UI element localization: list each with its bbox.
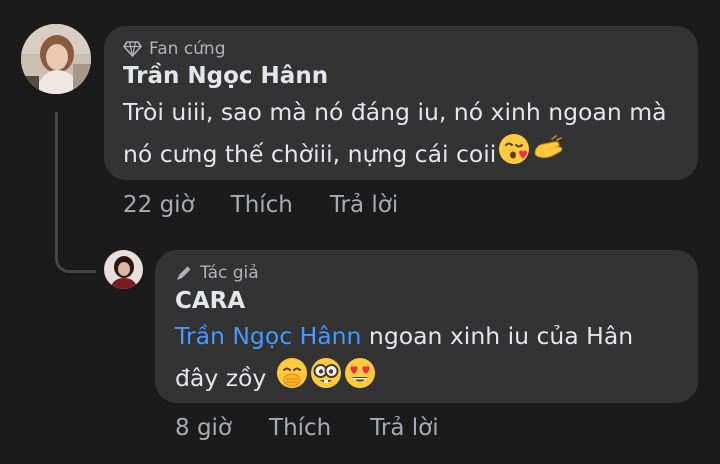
author-badge: Tác giả [175, 263, 259, 283]
author-badge-label: Tác giả [200, 263, 259, 283]
reply-actions: 8 giờ Thích Trả lời [175, 415, 439, 441]
comment-text-line-2: nó cưng thế chờiii, nựng cái coii [123, 133, 693, 178]
kissing-face-emoji [498, 133, 530, 178]
reply-like-button[interactable]: Thích [269, 415, 331, 441]
nerd-face-emoji [310, 357, 342, 402]
mention-link[interactable]: Trần Ngọc Hânn [175, 322, 361, 350]
fan-badge: Fan cứng [123, 39, 226, 59]
reply-reply-button[interactable]: Trả lời [370, 415, 438, 441]
comment-reply-button[interactable]: Trả lời [330, 192, 398, 218]
comment-actions: 22 giờ Thích Trả lời [123, 192, 398, 218]
comment-timestamp[interactable]: 22 giờ [123, 192, 195, 218]
pinching-hand-emoji [532, 133, 564, 178]
comment-author-name[interactable]: Trần Ngọc Hânn [123, 63, 328, 89]
heart-eyes-emoji [344, 357, 376, 402]
avatar-reply-author[interactable] [104, 250, 143, 289]
reply-author-name[interactable]: CARA [175, 288, 245, 314]
fan-badge-label: Fan cứng [149, 39, 226, 59]
pencil-icon [175, 264, 193, 282]
comment-text: Tròi uiii, sao mà nó đáng iu, nó xinh ng… [123, 92, 693, 178]
thread-connector-line [55, 112, 96, 273]
comment-text-line-1: Tròi uiii, sao mà nó đáng iu, nó xinh ng… [123, 98, 667, 126]
face-with-hand-over-mouth-emoji [276, 357, 308, 402]
diamond-icon [123, 41, 142, 57]
reply-timestamp[interactable]: 8 giờ [175, 415, 232, 441]
avatar-commenter[interactable] [21, 24, 91, 94]
reply-text-line-2: đây zồy [175, 357, 690, 402]
reply-text-line-1: Trần Ngọc Hânn ngoan xinh iu của Hân [175, 322, 634, 350]
reply-text: Trần Ngọc Hânn ngoan xinh iu của Hân đây… [175, 316, 690, 402]
comment-like-button[interactable]: Thích [231, 192, 293, 218]
